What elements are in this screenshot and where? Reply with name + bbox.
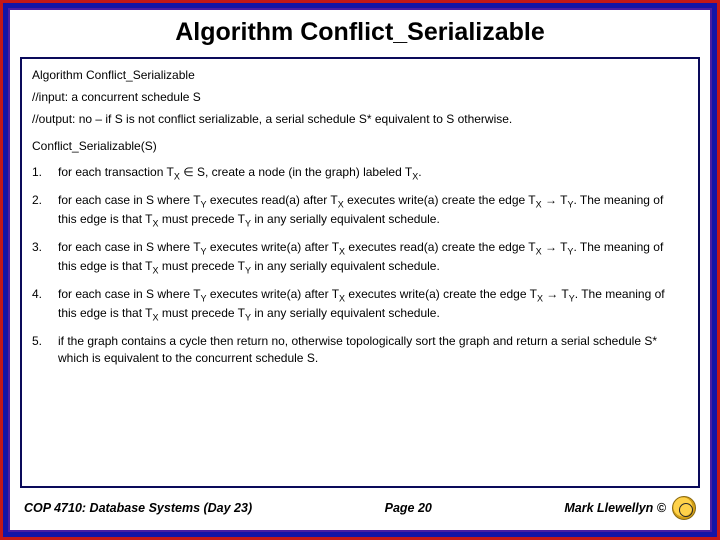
step-text: for each case in S where TY executes rea… [58,188,688,235]
step-text: if the graph contains a cycle then retur… [58,329,688,371]
title-area: Algorithm Conflict_Serializable [10,10,710,57]
footer-right: Mark Llewellyn © [564,496,696,520]
step-number: 3. [32,235,58,282]
algo-name: Algorithm Conflict_Serializable [32,67,688,83]
slide-title: Algorithm Conflict_Serializable [10,18,710,47]
step-text: for each case in S where TY executes wri… [58,282,688,329]
step-number: 1. [32,160,58,189]
footer: COP 4710: Database Systems (Day 23) Page… [10,488,710,530]
frame-blue: Algorithm Conflict_Serializable Algorith… [3,3,717,537]
step-row: 4.for each case in S where TY executes w… [32,282,688,329]
step-number: 2. [32,188,58,235]
fn-header: Conflict_Serializable(S) [32,138,688,154]
footer-author: Mark Llewellyn © [564,501,666,515]
ucf-logo-icon [672,496,696,520]
steps-table: 1.for each transaction TX ∈ S, create a … [32,160,688,372]
step-text: for each case in S where TY executes wri… [58,235,688,282]
frame-red: Algorithm Conflict_Serializable Algorith… [0,0,720,540]
frame-purple: Algorithm Conflict_Serializable Algorith… [8,8,712,532]
step-row: 1.for each transaction TX ∈ S, create a … [32,160,688,189]
step-number: 5. [32,329,58,371]
step-row: 2.for each case in S where TY executes r… [32,188,688,235]
step-text: for each transaction TX ∈ S, create a no… [58,160,688,189]
footer-page: Page 20 [385,501,432,515]
output-line: //output: no – if S is not conflict seri… [32,111,688,127]
footer-left: COP 4710: Database Systems (Day 23) [24,501,252,515]
step-row: 3.for each case in S where TY executes w… [32,235,688,282]
step-number: 4. [32,282,58,329]
step-row: 5.if the graph contains a cycle then ret… [32,329,688,371]
input-line: //input: a concurrent schedule S [32,89,688,105]
content-box: Algorithm Conflict_Serializable //input:… [20,57,700,488]
